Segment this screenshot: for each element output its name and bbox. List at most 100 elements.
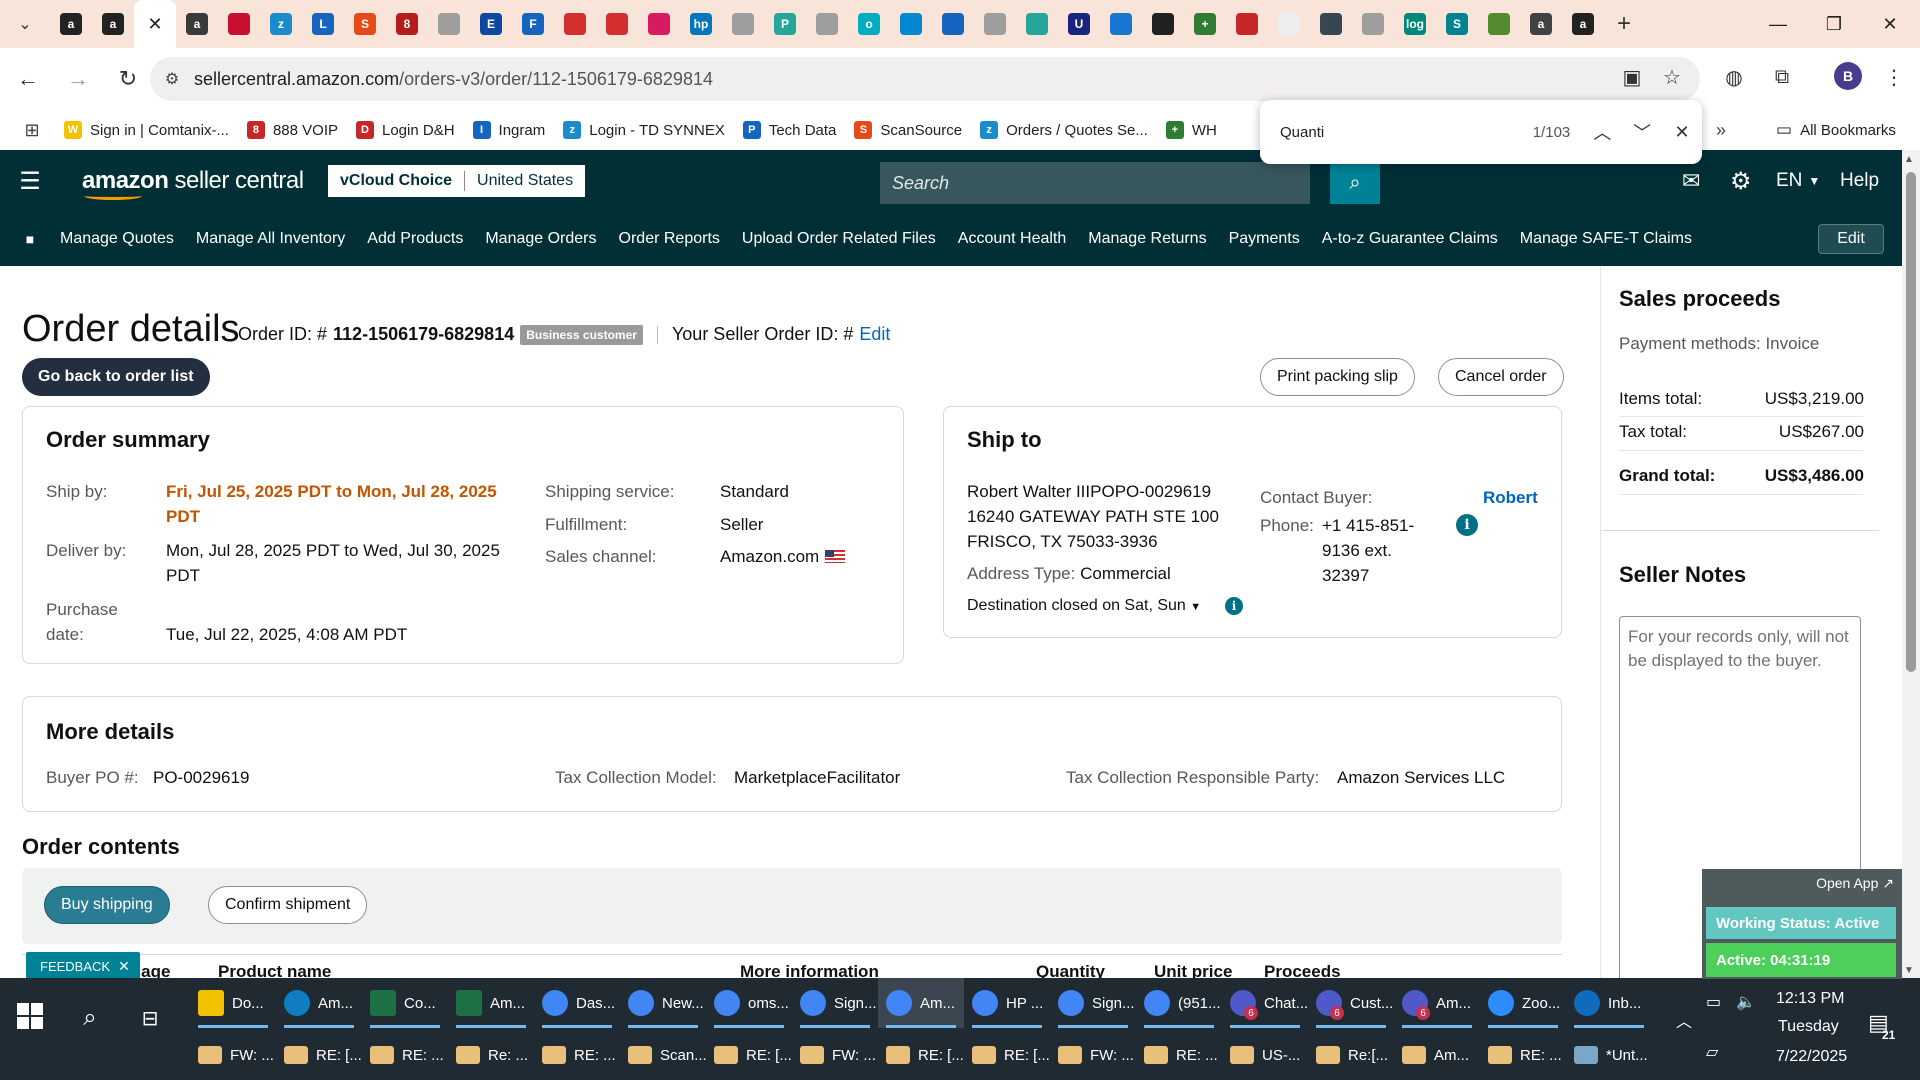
bookmark-item[interactable]: P Tech Data — [742, 121, 836, 139]
taskbar-app[interactable]: Am... 6 — [1394, 978, 1480, 1028]
bookmark-item[interactable]: D Login D&H — [356, 121, 455, 139]
network-icon[interactable]: ▱ — [1706, 1042, 1718, 1062]
contact-buyer-link[interactable]: Robert — [1483, 485, 1538, 510]
taskbar-app[interactable]: US-... — [1222, 1030, 1308, 1080]
edit-nav-button[interactable]: Edit — [1818, 224, 1884, 254]
bookmark-item[interactable]: S ScanSource — [854, 121, 962, 139]
taskbar-app[interactable]: Scan... — [620, 1030, 706, 1080]
browser-tab[interactable] — [890, 0, 932, 48]
taskbar-app[interactable]: HP ... — [964, 978, 1050, 1028]
browser-tab[interactable] — [932, 0, 974, 48]
buy-shipping-button[interactable]: Buy shipping — [44, 886, 170, 924]
bookmark-item[interactable]: z Orders / Quotes Se... — [980, 121, 1148, 139]
scroll-down-icon[interactable]: ▼ — [1904, 965, 1914, 976]
browser-tab[interactable]: a — [1520, 0, 1562, 48]
nav-item[interactable]: Manage Returns — [1088, 230, 1206, 248]
taskbar-app[interactable]: Re: ... — [448, 1030, 534, 1080]
search-icon[interactable]: ⌕ — [70, 998, 110, 1038]
taskbar-app[interactable]: Sign... — [1050, 978, 1136, 1028]
forward-icon[interactable]: → — [56, 57, 100, 101]
language-selector[interactable]: EN ▼ — [1776, 150, 1820, 212]
destination-closed-dropdown[interactable]: Destination closed on Sat, Sun ▼ — [967, 593, 1201, 620]
url-input[interactable]: ⚙ sellercentral.amazon.com/orders-v3/ord… — [150, 57, 1700, 101]
nav-item[interactable]: Manage Orders — [485, 230, 596, 248]
nav-item[interactable]: Manage All Inventory — [196, 230, 345, 248]
battery-icon[interactable]: ▭ — [1706, 992, 1721, 1012]
nav-item[interactable]: A-to-z Guarantee Claims — [1322, 230, 1498, 248]
browser-tab[interactable]: a — [176, 0, 218, 48]
task-view-icon[interactable]: ⊟ — [130, 998, 170, 1038]
browser-tab[interactable] — [1100, 0, 1142, 48]
phone-info-icon[interactable]: i — [1456, 514, 1478, 536]
info-icon[interactable]: i — [1225, 597, 1243, 615]
taskbar-app[interactable]: Cust... 6 — [1308, 978, 1394, 1028]
reload-icon[interactable]: ↻ — [106, 57, 150, 101]
browser-tab[interactable] — [1016, 0, 1058, 48]
close-tab-icon[interactable]: ✕ — [144, 13, 166, 35]
nav-item[interactable]: Payments — [1229, 230, 1300, 248]
feedback-button[interactable]: FEEDBACK ✕ — [26, 952, 140, 978]
seller-central-logo[interactable]: amazon seller central — [82, 167, 304, 195]
browser-tab[interactable] — [1226, 0, 1268, 48]
find-input[interactable]: Quanti — [1280, 124, 1461, 141]
taskbar-app[interactable]: New... — [620, 978, 706, 1028]
site-info-icon[interactable]: ⚙ — [150, 69, 194, 89]
apps-grid-icon[interactable]: ⊞ — [0, 120, 64, 141]
browser-tab[interactable]: a — [92, 0, 134, 48]
browser-tab[interactable] — [974, 0, 1016, 48]
taskbar-app[interactable]: Am... — [448, 978, 534, 1028]
taskbar-app[interactable]: Am... — [878, 978, 964, 1028]
taskbar-app[interactable]: RE: ... — [362, 1030, 448, 1080]
browser-tab[interactable] — [722, 0, 764, 48]
search-icon[interactable]: ⌕ — [1330, 162, 1380, 204]
extensions-icon[interactable]: ⧉ — [1762, 57, 1802, 97]
taskbar-app[interactable]: oms... — [706, 978, 792, 1028]
gear-icon[interactable]: ⚙ — [1730, 150, 1752, 212]
taskbar-app[interactable]: Inb... — [1566, 978, 1652, 1028]
browser-tab[interactable]: S — [1436, 0, 1478, 48]
tab-search-icon[interactable]: ⌄ — [0, 0, 50, 48]
taskbar-app[interactable]: FW: ... — [190, 1030, 276, 1080]
back-icon[interactable]: ← — [6, 57, 50, 101]
bookmark-star-icon[interactable]: ☆ — [1652, 57, 1692, 97]
bookmark-item[interactable]: z Login - TD SYNNEX — [563, 121, 725, 139]
scrollbar-thumb[interactable] — [1906, 172, 1916, 672]
taskbar-app[interactable]: Re:[... — [1308, 1030, 1394, 1080]
browser-tab[interactable]: L — [302, 0, 344, 48]
browser-tab[interactable]: F — [512, 0, 554, 48]
nav-item[interactable]: Order Reports — [619, 230, 720, 248]
nav-item[interactable]: Manage SAFE-T Claims — [1520, 230, 1692, 248]
taskbar-app[interactable]: RE: [... — [878, 1030, 964, 1080]
print-packing-slip-button[interactable]: Print packing slip — [1260, 358, 1415, 396]
taskbar-app[interactable]: (951... — [1136, 978, 1222, 1028]
bookmark-item[interactable]: I Ingram — [472, 121, 545, 139]
browser-tab[interactable]: a — [50, 0, 92, 48]
page-scrollbar[interactable]: ▲ ▼ — [1902, 150, 1920, 978]
find-close-icon[interactable]: ✕ — [1662, 122, 1702, 143]
active-tab-close-icon[interactable]: ✕ — [134, 0, 176, 48]
confirm-shipment-button[interactable]: Confirm shipment — [208, 886, 368, 924]
windows-start-icon[interactable] — [10, 996, 50, 1036]
taskbar-app[interactable]: FW: ... — [1050, 1030, 1136, 1080]
taskbar-app[interactable]: *Unt... — [1566, 1030, 1652, 1080]
taskbar-app[interactable]: Co... — [362, 978, 448, 1028]
clock-day[interactable]: Tuesday — [1778, 1018, 1839, 1036]
cancel-order-button[interactable]: Cancel order — [1438, 358, 1564, 396]
show-hidden-icons[interactable]: ︿ — [1676, 1008, 1692, 1032]
profile-avatar[interactable]: B — [1834, 62, 1862, 90]
find-previous-icon[interactable]: ︿ — [1582, 119, 1622, 145]
browser-tab[interactable] — [554, 0, 596, 48]
browser-tab[interactable]: a — [1562, 0, 1604, 48]
close-icon[interactable]: ✕ — [118, 958, 130, 975]
browser-tab[interactable]: E — [470, 0, 512, 48]
browser-tab[interactable] — [428, 0, 470, 48]
nav-item[interactable]: Account Health — [958, 230, 1067, 248]
browser-tab[interactable]: S — [344, 0, 386, 48]
nav-item[interactable]: Add Products — [367, 230, 463, 248]
close-window-icon[interactable]: ✕ — [1862, 0, 1918, 48]
browser-tab[interactable]: U — [1058, 0, 1100, 48]
reading-mode-icon[interactable]: ▣ — [1612, 57, 1652, 97]
bookmark-item[interactable]: + WH — [1165, 121, 1217, 139]
nav-item[interactable]: Manage Quotes — [60, 230, 174, 248]
browser-tab[interactable]: 8 — [386, 0, 428, 48]
